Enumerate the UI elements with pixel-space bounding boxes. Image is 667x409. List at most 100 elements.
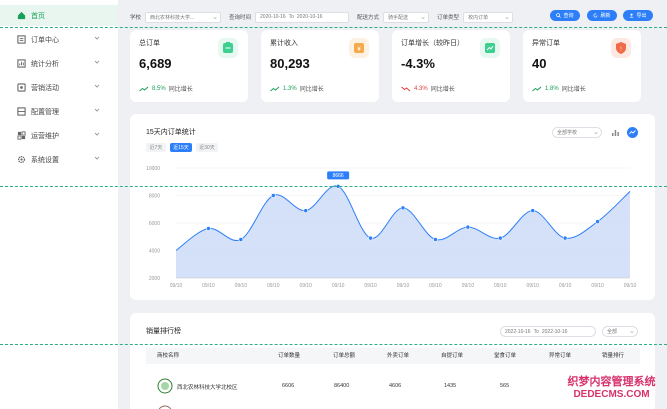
filter-bar: 学校 西北农林科技大学... 查询时间 2020-10-16 To 2020-1… xyxy=(130,10,514,24)
card-trend-label: 同比增长 xyxy=(299,87,324,93)
chevron-down-icon xyxy=(213,16,217,19)
card-trend: 1.3% 同比增长 xyxy=(270,84,324,93)
search-icon xyxy=(556,13,562,18)
query-button-label: 查询 xyxy=(563,13,574,19)
delivery-select[interactable]: 骑手配送 xyxy=(383,11,430,23)
sidebar-item-label: 系统设置 xyxy=(31,156,59,164)
tab-15-days[interactable]: 近15天 xyxy=(170,143,192,152)
column-header: 自提订单 xyxy=(441,353,464,359)
export-button-label: 导出 xyxy=(636,13,647,19)
school-filter-select[interactable]: 全部学校 xyxy=(552,127,602,138)
column-header: 商校名称 xyxy=(157,353,180,359)
chevron-down-icon xyxy=(94,156,100,160)
time-start: 2020-10-16 xyxy=(260,14,286,20)
ranking-date-separator: To xyxy=(533,328,539,335)
cell-orders: 6606 xyxy=(282,383,295,389)
sidebar: 首页 订单中心 统计分析 营销活动 配置管理 运营维护 系统设置 xyxy=(0,0,118,409)
shield-icon: ! xyxy=(611,38,631,58)
ranking-date-end: 2022-10-16 xyxy=(541,328,568,335)
school-name: 西北农林科技大学北校区 xyxy=(177,385,238,391)
card-value: 40 xyxy=(532,56,547,71)
y-tick-label: 2000 xyxy=(149,276,160,282)
x-tick-label: 09/10 xyxy=(202,283,215,289)
ranking-filter-select[interactable]: 全部 xyxy=(602,326,638,337)
chevron-down-icon xyxy=(94,84,100,88)
settings-icon xyxy=(17,155,26,164)
divider xyxy=(0,27,667,28)
card-trend-pct: 1.3% xyxy=(283,85,297,92)
school-filter-value: 全部学校 xyxy=(557,130,578,136)
x-tick-label: 09/10 xyxy=(235,283,248,289)
x-tick-label: 09/10 xyxy=(462,283,475,289)
stat-card-total-orders: 总订单 6,689 8.5% 同比增长 xyxy=(130,30,248,102)
order-trend-chart: 10000 8000 6000 4000 2000 09/10 09/10 09/10 09/1… xyxy=(146,166,636,289)
tab-7-days[interactable]: 近7天 xyxy=(146,143,166,152)
data-point xyxy=(400,205,406,211)
time-separator: To xyxy=(288,14,294,20)
time-range-picker[interactable]: 2020-10-16 To 2020-10-16 xyxy=(255,11,350,23)
column-header: 订单数量 xyxy=(278,353,301,359)
divider xyxy=(0,344,667,345)
school-select[interactable]: 西北农林科技大学... xyxy=(145,11,222,23)
sidebar-item-orders[interactable]: 订单中心 xyxy=(0,29,118,50)
data-point xyxy=(433,237,438,242)
data-point xyxy=(595,219,600,224)
export-button[interactable]: 导出 xyxy=(623,10,653,21)
delivery-select-value: 骑手配送 xyxy=(388,14,409,21)
sidebar-item-stats[interactable]: 统计分析 xyxy=(0,53,118,74)
sidebar-item-settings[interactable]: 系统设置 xyxy=(0,149,118,170)
column-header: 堂食订单 xyxy=(494,353,517,359)
column-header: 外卖订单 xyxy=(387,353,410,359)
export-icon xyxy=(630,13,634,18)
order-type-select[interactable]: 校内订单 xyxy=(463,11,514,23)
cell-dinein: 565 xyxy=(500,383,510,389)
svg-text:!: ! xyxy=(620,47,621,53)
bar-chart-icon[interactable] xyxy=(610,127,621,138)
x-tick-label: 09/10 xyxy=(170,283,183,289)
card-trend-label: 同比增长 xyxy=(561,87,586,93)
watermark-line2: DEDECMS.COM xyxy=(573,389,650,400)
sidebar-item-marketing[interactable]: 营销活动 xyxy=(0,77,118,98)
trend-up-icon xyxy=(270,86,280,91)
sidebar-item-label: 订单中心 xyxy=(31,36,59,44)
ranking-date-picker[interactable]: 2022-10-16 To 2022-10-16 xyxy=(500,326,596,337)
sidebar-item-label: 营销活动 xyxy=(31,84,59,92)
divider xyxy=(0,186,667,187)
stat-card-revenue: 累计收入 80,293 1.3% 同比增长 ¥ xyxy=(261,30,379,102)
x-tick-label: 09/10 xyxy=(559,283,572,289)
sidebar-item-home[interactable]: 首页 xyxy=(0,5,118,26)
card-trend: 1.8% 同比增长 xyxy=(532,84,586,93)
card-trend-pct: 8.5% xyxy=(152,85,166,92)
x-tick-label: 09/10 xyxy=(299,283,312,289)
delivery-label: 配送方式 xyxy=(357,15,380,21)
stat-card-order-growth: 订单增长（较昨日） -4.3% 4.3% 同比增长 xyxy=(392,30,510,102)
sidebar-item-label: 运营维护 xyxy=(31,132,59,140)
school-logo-icon xyxy=(158,405,172,409)
time-end: 2020-10-16 xyxy=(296,14,323,20)
sidebar-item-config[interactable]: 配置管理 xyxy=(0,101,118,122)
ranking-filter-value: 全部 xyxy=(607,329,618,335)
watermark-logo: 织梦内容管理系统 DEDECMS.COM xyxy=(556,373,667,409)
sidebar-item-ops[interactable]: 运营维护 xyxy=(0,125,118,146)
y-tick-label: 4000 xyxy=(149,249,160,255)
ops-icon xyxy=(17,131,26,140)
card-value: 80,293 xyxy=(270,56,310,71)
query-button[interactable]: 查询 xyxy=(550,10,580,21)
chevron-down-icon xyxy=(630,331,634,334)
refresh-button[interactable]: 刷新 xyxy=(587,10,617,21)
sidebar-item-label: 配置管理 xyxy=(31,108,59,116)
x-tick-label: 09/10 xyxy=(526,283,539,289)
refresh-icon xyxy=(594,13,598,18)
line-chart-icon[interactable] xyxy=(627,127,638,138)
data-point xyxy=(206,226,211,231)
tab-30-days[interactable]: 近30天 xyxy=(196,143,218,152)
card-value: -4.3% xyxy=(401,56,435,71)
data-point xyxy=(497,235,503,241)
column-header: 订单总额 xyxy=(333,353,356,359)
sidebar-item-label: 统计分析 xyxy=(31,60,59,68)
chevron-down-icon xyxy=(94,108,100,112)
x-tick-label: 09/10 xyxy=(397,283,410,289)
data-point xyxy=(368,235,373,241)
home-icon xyxy=(17,11,26,20)
stat-card-abnormal-orders: 异常订单 40 1.8% 同比增长 ! xyxy=(523,30,641,102)
